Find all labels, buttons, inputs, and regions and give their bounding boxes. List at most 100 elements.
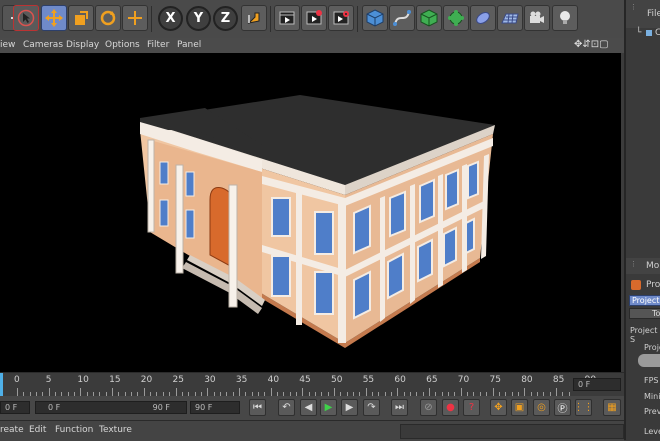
start-frame-field[interactable]: 0 F — [0, 401, 30, 414]
right-side-panel: ⋮ File └ C ⋮ Mo Pro Project To Project S… — [624, 0, 660, 440]
key-rotation-icon[interactable]: ◎ — [533, 399, 550, 416]
coordinates-panel-header — [400, 424, 624, 439]
scale-tool-icon[interactable] — [68, 5, 94, 31]
main-toolbar: X Y Z — [0, 0, 624, 39]
select-arrow-icon[interactable] — [13, 5, 39, 31]
menu-edit[interactable]: Edit — [29, 425, 46, 435]
menu-function[interactable]: Function — [55, 425, 93, 435]
toolbar-separator — [270, 6, 271, 32]
playback-controls-bar: 0 F 0 F 90 F 90 F ⏮ ↶ ◀ ▶ ▶ ↷ ⏭ ⊘ ● ? ✥ … — [0, 396, 624, 420]
cloner-icon[interactable] — [443, 5, 469, 31]
timeline-tick-label: 80 — [521, 375, 533, 385]
rotate-tool-icon[interactable] — [95, 5, 121, 31]
cube-primitive-icon[interactable] — [362, 5, 388, 31]
fps-label: FPS — [644, 376, 659, 385]
project-settings-heading: Project S — [630, 326, 658, 344]
timeline-tick-label: 40 — [267, 375, 280, 385]
menu-mode[interactable]: Mo — [646, 261, 659, 271]
grip-icon: ⋮ — [630, 3, 637, 11]
next-frame-icon[interactable]: ▶ — [341, 399, 358, 416]
material-manager-menu: reate Edit Function Texture — [0, 420, 624, 441]
move-tool-icon[interactable] — [41, 5, 67, 31]
3d-viewport[interactable] — [0, 53, 621, 372]
timeline-ruler[interactable]: 051015202530354045505560657075808590 0 F — [0, 372, 624, 397]
deformer-icon[interactable] — [470, 5, 496, 31]
render-picture-viewer-icon[interactable] — [301, 5, 327, 31]
subdivision-surface-icon[interactable] — [416, 5, 442, 31]
object-manager-header: ⋮ File — [626, 0, 660, 28]
project-name-label: Pro — [646, 280, 660, 290]
render-settings-icon[interactable] — [328, 5, 354, 31]
key-scale-icon[interactable]: ▣ — [511, 399, 528, 416]
timeline-tick-label: 85 — [552, 375, 565, 385]
previous-frame-icon[interactable]: ◀ — [300, 399, 317, 416]
auto-keying-icon[interactable]: ● — [442, 399, 459, 416]
preview-range-slider[interactable]: 0 F 90 F — [35, 401, 187, 414]
coordinate-system-icon[interactable] — [241, 5, 267, 31]
key-position-icon[interactable]: ✥ — [490, 399, 507, 416]
toolbar-separator — [357, 6, 358, 32]
timeline-tick-label: 65 — [426, 375, 438, 385]
go-to-start-icon[interactable]: ⏮ — [249, 399, 266, 416]
level-of-detail-label: Leve — [644, 427, 660, 436]
menu-display[interactable]: Display — [66, 40, 99, 50]
go-to-next-key-icon[interactable]: ↷ — [363, 399, 380, 416]
preview-range-end: 90 F — [152, 403, 170, 412]
y-axis-lock-button[interactable]: Y — [186, 6, 211, 31]
timeline-tick-label: 30 — [204, 375, 216, 385]
menu-view[interactable]: iew — [0, 40, 15, 50]
end-frame-field[interactable]: 90 F — [190, 401, 240, 414]
attribute-manager-header: ⋮ Mo — [626, 258, 660, 274]
light-bulb-icon[interactable] — [552, 5, 578, 31]
object-item-label[interactable]: C — [655, 28, 660, 38]
menu-panel[interactable]: Panel — [177, 40, 201, 50]
timeline-tick-label: 45 — [299, 375, 311, 385]
viewport-menu-bar: iew Cameras Display Options Filter Panel… — [0, 38, 624, 53]
key-point-level-icon[interactable]: ⋮⋮ — [574, 399, 594, 416]
toolbar-separator — [151, 6, 152, 32]
tab-project[interactable]: Project — [629, 295, 660, 306]
timeline-tick-label: 60 — [394, 375, 406, 385]
menu-filter[interactable]: Filter — [147, 40, 169, 50]
timeline-tick-label: 25 — [172, 375, 184, 385]
grip-icon: ⋮ — [630, 260, 637, 268]
play-forward-icon[interactable]: ▶ — [320, 399, 337, 416]
add-transform-icon[interactable] — [122, 5, 148, 31]
keyframe-selection-icon[interactable]: ? — [463, 399, 480, 416]
hierarchy-line-icon: └ — [636, 28, 642, 38]
playhead-marker[interactable] — [0, 373, 3, 396]
preview-range-start: 0 F — [48, 403, 61, 412]
key-parameter-icon[interactable]: Ⓟ — [554, 399, 571, 416]
timeline-tick-label: 10 — [77, 375, 89, 385]
current-frame-field[interactable]: 0 F — [573, 378, 621, 391]
timeline-tick-label: 5 — [45, 375, 52, 385]
menu-texture[interactable]: Texture — [99, 425, 132, 435]
project-icon — [631, 280, 641, 290]
x-axis-lock-button[interactable]: X — [158, 6, 183, 31]
project-scale-field[interactable] — [638, 354, 660, 367]
timeline-tick-label: 75 — [489, 375, 501, 385]
preview-label: Previ — [644, 407, 660, 416]
viewport-navigation-icon[interactable]: ✥⇵⊡▢ — [574, 39, 609, 50]
menu-file[interactable]: File — [647, 9, 660, 19]
timeline-tick-label: 15 — [109, 375, 121, 385]
menu-cameras[interactable]: Cameras — [23, 40, 63, 50]
tab-todo[interactable]: To — [629, 308, 660, 319]
floor-scene-icon[interactable] — [497, 5, 523, 31]
render-view-icon[interactable] — [274, 5, 300, 31]
menu-create[interactable]: reate — [0, 425, 24, 435]
timeline-tick-label: 35 — [235, 375, 248, 385]
building-model-render — [140, 95, 495, 348]
minimum-time-label: Mini — [644, 392, 660, 401]
z-axis-lock-button[interactable]: Z — [213, 6, 238, 31]
go-to-end-icon[interactable]: ⏭ — [391, 399, 408, 416]
menu-options[interactable]: Options — [105, 40, 140, 50]
timeline-tick-label: 0 — [14, 375, 20, 385]
spline-pen-icon[interactable] — [389, 5, 415, 31]
timeline-tick-label: 55 — [362, 375, 375, 385]
timeline-window-icon[interactable]: ▦ — [603, 399, 621, 416]
camera-icon[interactable] — [524, 5, 550, 31]
timeline-tick-label: 50 — [331, 375, 343, 385]
go-to-previous-key-icon[interactable]: ↶ — [278, 399, 295, 416]
record-keys-icon[interactable]: ⊘ — [420, 399, 437, 416]
